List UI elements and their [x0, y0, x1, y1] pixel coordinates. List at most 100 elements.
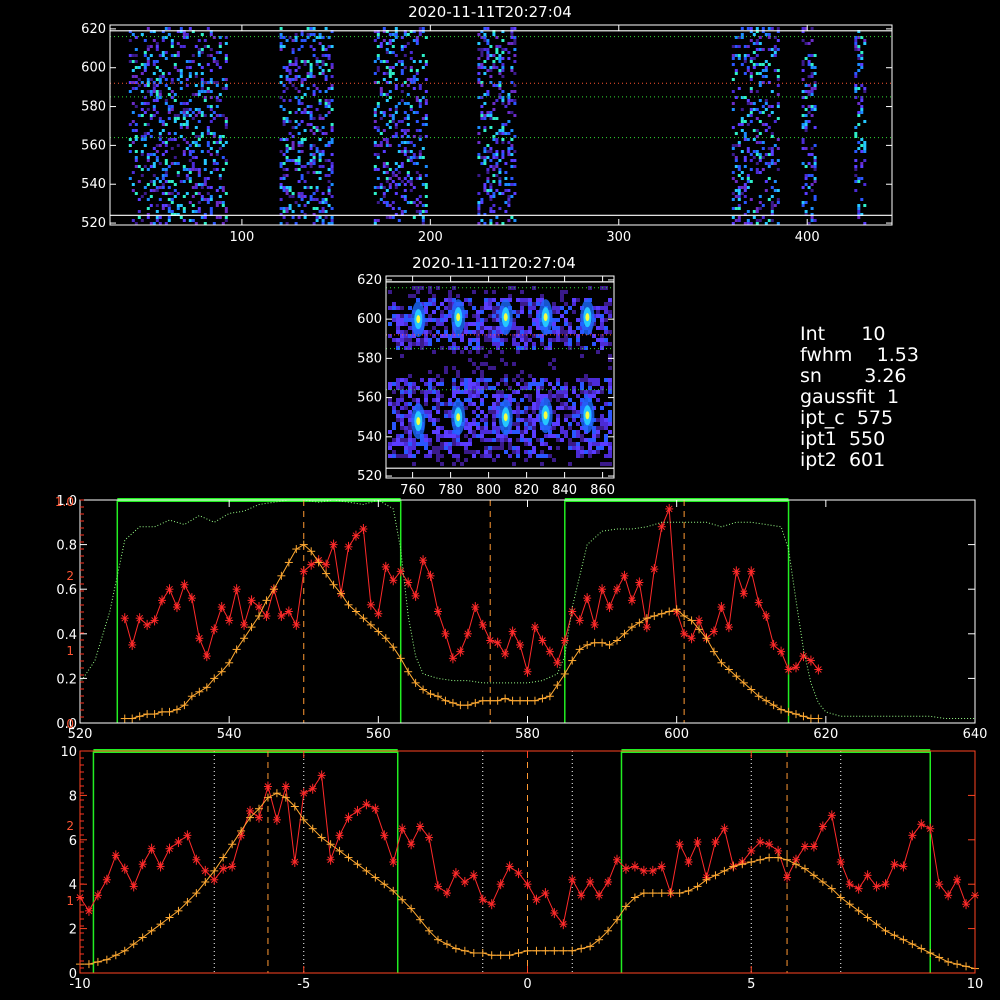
top-image-pixel: [297, 156, 301, 159]
top-image-pixel: [318, 117, 322, 120]
top-image-pixel: [513, 27, 517, 30]
top-image-pixel: [194, 126, 198, 129]
top-image-pixel: [131, 129, 135, 132]
mid-image-pixel: [428, 442, 432, 446]
top-image-pixel: [480, 111, 484, 114]
plot-pixel-series-0: [120, 503, 823, 677]
top-image-pixel: [218, 147, 222, 150]
top-image-pixel: [424, 174, 428, 177]
mid-image-pixel: [528, 454, 532, 458]
top-image-pixel: [773, 144, 777, 147]
plot-pixel-point: [650, 611, 659, 620]
top-image-pixel: [731, 108, 735, 111]
plot-pixel-point: [560, 635, 569, 646]
top-image-pixel: [200, 132, 204, 135]
top-image-pixel: [483, 33, 487, 36]
plot-offset-point: [630, 861, 639, 872]
plot-pixel-point: [240, 634, 249, 643]
top-image-pixel: [330, 123, 334, 126]
top-image-pixel: [321, 150, 325, 153]
top-image-pixel: [770, 204, 774, 207]
mid-image-pixel: [544, 434, 548, 438]
top-image-pixel: [131, 141, 135, 144]
top-image-pixel: [813, 108, 817, 111]
mid-image-pixel: [436, 450, 440, 454]
plot-offset-point: [326, 854, 335, 865]
top-image-pixel: [134, 159, 138, 162]
top-image-pixel: [857, 210, 861, 213]
plot-offset-point: [147, 926, 156, 935]
mid-image-pixel: [400, 422, 404, 426]
top-image-pixel: [188, 219, 192, 222]
mid-image-pixel: [540, 342, 544, 346]
mid-image-pixel: [400, 394, 404, 398]
mid-image-pixel: [464, 398, 468, 402]
top-image-pixel: [297, 162, 301, 165]
top-image-pixel: [761, 204, 765, 207]
mid-image-pixel: [452, 438, 456, 442]
top-image-pixel: [215, 189, 219, 192]
mid-image-pixel: [560, 438, 564, 442]
top-image-pixel: [191, 204, 195, 207]
top-image-pixel: [312, 117, 316, 120]
mid-image-pixel: [608, 298, 612, 302]
top-image-pixel: [373, 144, 377, 147]
top-image-pixel: [146, 108, 150, 111]
top-image-pixel: [743, 159, 747, 162]
top-image-pixel: [510, 42, 514, 45]
top-image-pixel: [486, 111, 490, 114]
top-image-pixel: [218, 42, 222, 45]
top-image-pixel: [200, 48, 204, 51]
top-image-pixel: [403, 177, 407, 180]
top-image-pixel: [152, 105, 156, 108]
mid-image-pixel: [516, 342, 520, 346]
top-image-pixel: [327, 45, 331, 48]
mid-image-pixel: [404, 378, 408, 382]
mid-image-pixel: [404, 442, 408, 446]
mid-image-pixel: [464, 378, 468, 382]
top-image-pixel: [388, 144, 392, 147]
top-image-pixel: [388, 66, 392, 69]
mid-image-pixel: [600, 446, 604, 450]
mid-image-pixel: [560, 326, 564, 330]
top-image-pixel: [309, 63, 313, 66]
mid-image-pixel: [600, 406, 604, 410]
top-image-pixel: [185, 111, 189, 114]
top-image-pixel: [854, 48, 858, 51]
top-image-pixel: [394, 108, 398, 111]
mid-image-pixel: [472, 306, 476, 310]
top-image-xtick-label: 100: [229, 230, 254, 245]
top-image-pixel: [409, 108, 413, 111]
top-image-pixel: [197, 144, 201, 147]
mid-image-pixel: [464, 330, 468, 334]
top-image-pixel: [221, 204, 225, 207]
top-image-pixel: [758, 63, 762, 66]
top-image-pixel: [203, 216, 207, 219]
top-image-pixel: [486, 93, 490, 96]
top-image-pixel: [164, 144, 168, 147]
top-image-pixel: [746, 219, 750, 222]
top-image-pixel: [752, 156, 756, 159]
mid-image-pixel: [552, 306, 556, 310]
mid-image-pixel: [568, 342, 572, 346]
top-image-pixel: [218, 138, 222, 141]
top-image-pixel: [770, 54, 774, 57]
mid-image-pixel: [532, 318, 536, 322]
top-image-pixel: [400, 195, 404, 198]
top-image-pixel: [424, 165, 428, 168]
top-image-pixel: [131, 75, 135, 78]
mid-image-pixel: [424, 438, 428, 442]
plot-pixel-point: [784, 664, 793, 675]
top-image-pixel: [403, 117, 407, 120]
top-image-pixel: [215, 201, 219, 204]
mid-image-pixel: [484, 378, 488, 382]
top-image-pixel: [773, 45, 777, 48]
mid-image-pixel: [520, 338, 524, 342]
top-image-pixel: [294, 63, 298, 66]
top-image-pixel: [813, 144, 817, 147]
top-image-pixel: [477, 141, 481, 144]
top-image-pixel: [480, 114, 484, 117]
top-image-pixel: [415, 78, 419, 81]
mid-image-pixel: [568, 306, 572, 310]
mid-image-pixel: [404, 450, 408, 454]
